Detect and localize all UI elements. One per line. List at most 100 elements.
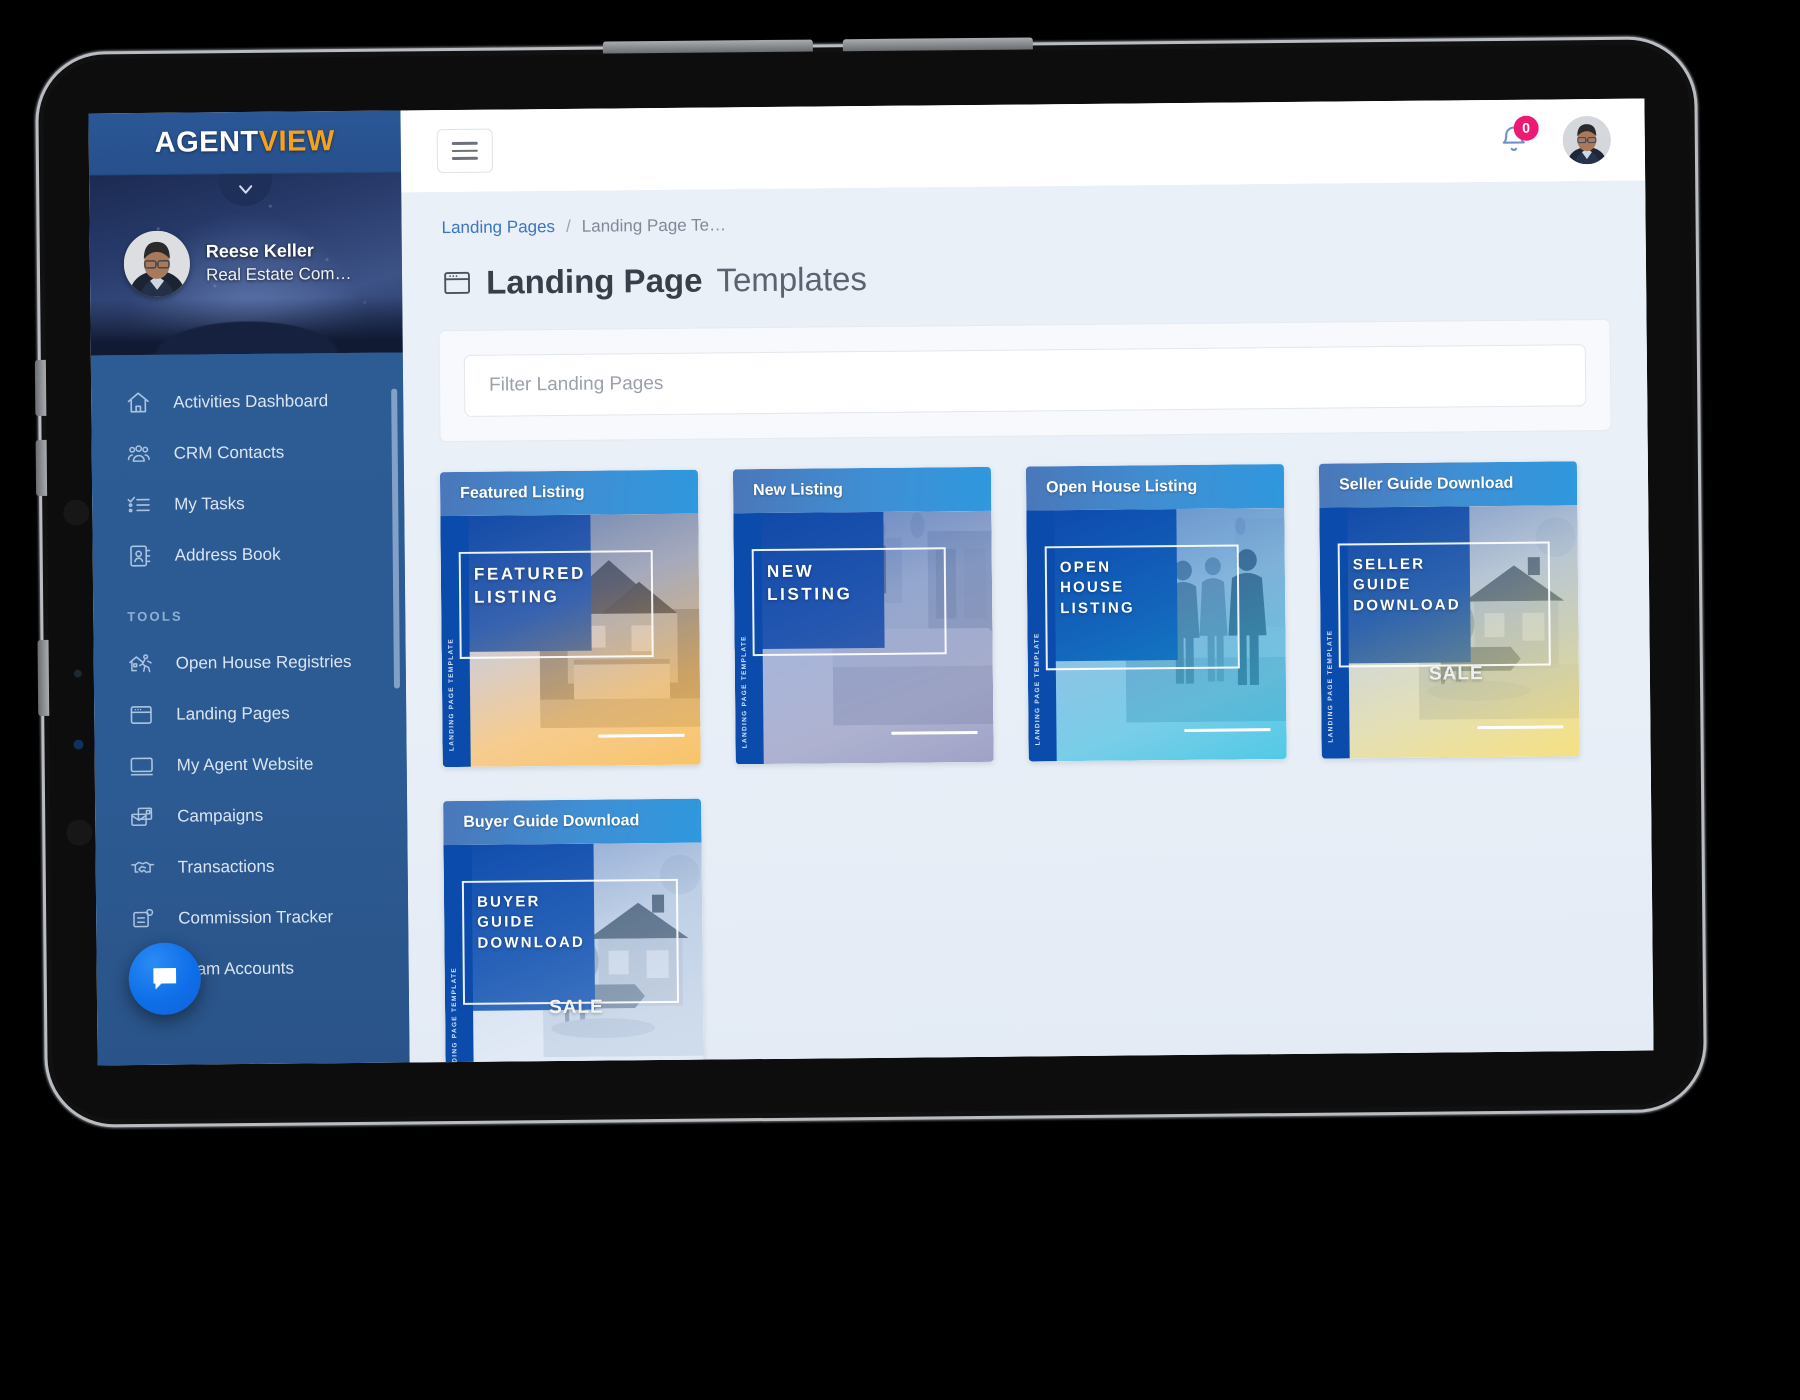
preview-poster-text: NEW LISTING (767, 560, 853, 607)
browser-window-icon (128, 701, 154, 727)
poster-line: OPEN (1060, 557, 1135, 578)
poster-line: LISTING (1060, 598, 1135, 619)
template-card-title: Open House Listing (1026, 464, 1284, 510)
hamburger-line (452, 150, 478, 153)
template-card-new-listing[interactable]: New Listing (733, 467, 994, 764)
page-title-strong: Landing Page (486, 262, 703, 302)
template-preview: OPEN HOUSE LISTING LANDING PAGE TEMPLATE (1026, 508, 1286, 761)
hamburger-line (452, 157, 478, 160)
sidebar-item-landing-pages[interactable]: Landing Pages (94, 686, 406, 740)
preview-vertical-label: LANDING PAGE TEMPLATE (1032, 632, 1043, 745)
brand-text-primary: AGENT (155, 126, 259, 159)
poster-line: SELLER (1353, 554, 1461, 575)
topbar-spacer (493, 141, 1499, 151)
sidebar-item-my-tasks[interactable]: My Tasks (92, 476, 404, 530)
template-card-buyer-guide-download[interactable]: Buyer Guide Download (443, 799, 704, 1063)
menu-toggle-button[interactable] (437, 129, 493, 174)
templates-grid: Featured Listing (440, 461, 1618, 1063)
sidebar-item-open-house-registries[interactable]: Open House Registries (94, 635, 406, 689)
sidebar-item-label: Landing Pages (176, 703, 290, 724)
sidebar-profile-text: Reese Keller Real Estate Com… (206, 238, 352, 287)
poster-line: FEATURED (474, 563, 586, 587)
address-book-icon (127, 542, 153, 568)
preview-vertical-label: LANDING PAGE TEMPLATE (450, 967, 461, 1063)
template-card-title: Seller Guide Download (1319, 461, 1577, 507)
device-power-button[interactable] (38, 640, 50, 716)
poster-line: BUYER (477, 892, 585, 913)
brand-text: AGENTVIEW (155, 125, 335, 160)
poster-line: NEW (767, 560, 852, 584)
sidebar-item-commission-tracker[interactable]: Commission Tracker (96, 890, 408, 944)
sidebar-item-label: My Tasks (174, 494, 245, 515)
sidebar-item-label: CRM Contacts (174, 442, 285, 463)
sidebar-item-crm-contacts[interactable]: CRM Contacts (91, 425, 403, 479)
sidebar-item-label: Open House Registries (176, 651, 352, 673)
template-card-open-house-listing[interactable]: Open House Listing (1026, 464, 1287, 761)
template-preview: NEW LISTING LANDING PAGE TEMPLATE (733, 511, 993, 764)
poster-line: DOWNLOAD (477, 932, 585, 953)
sidebar-item-address-book[interactable]: Address Book (92, 527, 404, 581)
preview-poster-text: BUYER GUIDE DOWNLOAD (477, 892, 585, 954)
app-logo[interactable]: AGENTVIEW (88, 110, 401, 175)
topbar: 0 (400, 99, 1645, 193)
device-sensor (74, 670, 82, 678)
sidebar-hero-banner: Reese Keller Real Estate Com… (89, 172, 403, 355)
notifications-button[interactable]: 0 (1499, 123, 1529, 158)
main-region: 0 (400, 99, 1653, 1063)
chat-bubble-icon (149, 963, 181, 995)
checklist-icon (126, 491, 152, 517)
profile-name: Reese Keller (206, 238, 352, 264)
breadcrumb: Landing Pages / Landing Page Te… (437, 207, 1609, 238)
template-card-featured-listing[interactable]: Featured Listing (440, 470, 701, 767)
handshake-icon (130, 854, 156, 880)
page-content: Landing Pages / Landing Page Te… Landing… (401, 181, 1653, 1063)
poster-line: LISTING (767, 583, 852, 607)
sidebar-item-label: My Agent Website (177, 754, 314, 775)
sidebar-item-my-agent-website[interactable]: My Agent Website (94, 737, 406, 791)
sidebar-item-label: Campaigns (177, 805, 263, 826)
hamburger-line (452, 142, 478, 145)
breadcrumb-current: Landing Page Te… (582, 215, 726, 236)
browser-window-icon (442, 268, 472, 298)
open-house-icon (128, 650, 154, 676)
preview-poster-text: SELLER GUIDE DOWNLOAD (1353, 554, 1461, 616)
filter-landing-pages-input[interactable] (464, 344, 1587, 417)
avatar (124, 231, 191, 298)
sale-sign-text: SALE (549, 997, 604, 1020)
page-title: Landing Page Templates (442, 253, 1610, 302)
template-preview: SELLER GUIDE DOWNLOAD LANDING PAGE TEMPL… (1319, 505, 1579, 758)
sidebar-item-campaigns[interactable]: Campaigns (95, 788, 407, 842)
device-led-indicator (73, 740, 83, 750)
preview-vertical-label: LANDING PAGE TEMPLATE (740, 635, 751, 748)
filter-panel (439, 319, 1612, 442)
poster-line: LISTING (474, 586, 586, 610)
chevron-down-icon (236, 180, 255, 199)
commission-icon (130, 905, 156, 931)
template-preview: BUYER GUIDE DOWNLOAD LANDING PAGE TEMPLA… (444, 843, 704, 1063)
preview-poster-text: OPEN HOUSE LISTING (1060, 557, 1135, 618)
template-card-title: New Listing (733, 467, 991, 513)
avatar-photo-icon (124, 231, 191, 298)
poster-line: GUIDE (1353, 575, 1461, 596)
template-preview: FEATURED LISTING LANDING PAGE TEMPLATE (440, 514, 700, 767)
sidebar-section-tools-label: TOOLS (93, 578, 406, 638)
sidebar-profile[interactable]: Reese Keller Real Estate Com… (124, 229, 352, 297)
device-volume-button-up[interactable] (35, 360, 47, 416)
poster-line: GUIDE (477, 912, 585, 933)
collapse-profile-button[interactable] (218, 172, 273, 206)
profile-role: Real Estate Com… (206, 263, 352, 287)
preview-vertical-label: LANDING PAGE TEMPLATE (1325, 630, 1336, 743)
chat-support-button[interactable] (128, 942, 201, 1015)
user-avatar-button[interactable] (1563, 116, 1611, 164)
device-volume-button-down[interactable] (36, 440, 48, 496)
device-speaker (66, 819, 92, 845)
people-icon (126, 440, 152, 466)
poster-line: DOWNLOAD (1353, 595, 1461, 616)
template-card-title: Buyer Guide Download (443, 799, 701, 845)
sidebar-item-activities-dashboard[interactable]: Activities Dashboard (91, 374, 403, 428)
template-card-seller-guide-download[interactable]: Seller Guide Download (1319, 461, 1580, 758)
monitor-icon (129, 752, 155, 778)
sidebar-item-transactions[interactable]: Transactions (95, 839, 407, 893)
device-camera (63, 500, 89, 526)
breadcrumb-parent-link[interactable]: Landing Pages (441, 217, 555, 238)
